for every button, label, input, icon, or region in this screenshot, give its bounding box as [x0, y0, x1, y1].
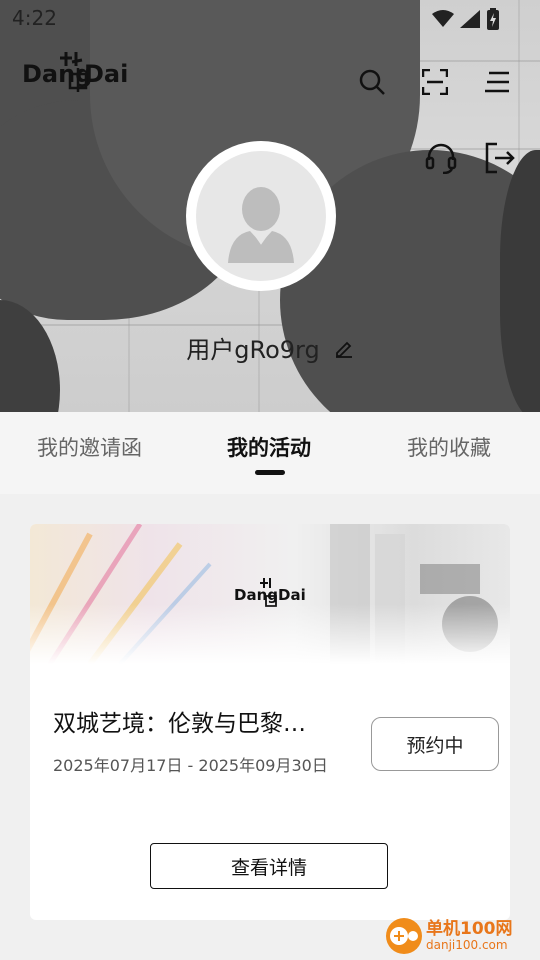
activity-card-image: Dang Dai: [30, 524, 510, 664]
scan-button[interactable]: [415, 62, 455, 102]
watermark-name: 单机100网: [426, 919, 513, 940]
signal-icon: [460, 10, 480, 28]
wifi-icon: [432, 10, 454, 27]
tab-bar: 我的邀请函 我的活动 我的收藏: [0, 412, 540, 494]
menu-button[interactable]: [478, 62, 518, 102]
search-icon: [359, 69, 385, 95]
activity-date-range: 2025年07月17日 - 2025年09月30日: [53, 756, 328, 775]
active-tab-indicator: [255, 470, 285, 475]
customer-service-button[interactable]: [421, 138, 461, 178]
activity-card[interactable]: Dang Dai 双城艺境：伦敦与巴黎… 2025年07月17日 - 2025年…: [30, 524, 510, 920]
menu-icon: [485, 71, 509, 93]
reservation-status-button[interactable]: 预约中: [371, 717, 499, 771]
status-icons: [432, 8, 500, 30]
view-details-button[interactable]: 查看详情: [150, 843, 388, 889]
watermark-url: danji100.com: [426, 937, 508, 952]
svg-text:Dang: Dang: [234, 586, 278, 604]
dangdai-logo: Dang Dai: [22, 48, 142, 92]
logout-icon: [485, 142, 515, 174]
tab-activities[interactable]: 我的活动: [227, 432, 311, 462]
watermark-logo-icon: [386, 918, 422, 954]
default-avatar: [196, 151, 326, 281]
activity-title: 双城艺境：伦敦与巴黎…: [53, 711, 306, 737]
logout-button[interactable]: [479, 138, 519, 178]
avatar[interactable]: [186, 141, 336, 291]
image-fade: [30, 604, 510, 664]
status-time: 4:22: [12, 6, 57, 30]
svg-text:Dai: Dai: [84, 60, 128, 88]
watermark: 单机100网 danji100.com: [386, 916, 536, 956]
user-silhouette-icon: [228, 187, 294, 263]
status-bar: 4:22: [0, 0, 540, 36]
username: 用户gRo9rg: [186, 336, 320, 364]
search-button[interactable]: [352, 62, 392, 102]
headset-icon: [425, 143, 457, 174]
tab-favorites[interactable]: 我的收藏: [407, 432, 491, 462]
username-row: 用户gRo9rg: [0, 330, 540, 365]
tab-invitations[interactable]: 我的邀请函: [37, 432, 142, 462]
svg-text:Dai: Dai: [278, 586, 306, 604]
scan-icon: [422, 69, 448, 95]
battery-icon: [487, 8, 499, 30]
edit-icon[interactable]: [334, 338, 354, 358]
